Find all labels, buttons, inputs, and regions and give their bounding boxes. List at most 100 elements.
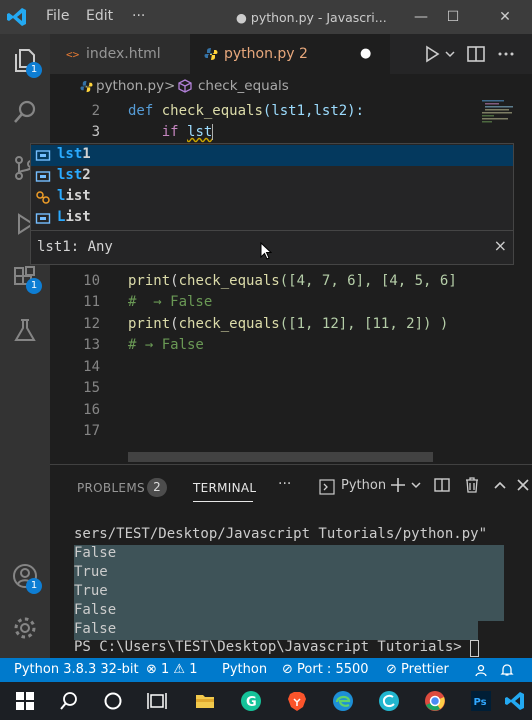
python-interpreter-status[interactable]: Python 3.8.3 32-bit [14, 662, 139, 677]
mouse-cursor-icon [260, 242, 272, 260]
maximize-button[interactable]: ☐ [442, 6, 464, 28]
taskbar-search-icon[interactable] [58, 690, 80, 712]
more-actions-icon[interactable] [496, 44, 516, 64]
breadcrumb-separator: > [164, 78, 176, 94]
live-server-port-status[interactable]: ⊘ Port : 5500 [282, 662, 369, 677]
line-number: 14 [83, 359, 100, 375]
code-line-10: print(check_equals([4, 7, 6], [4, 5, 6] [128, 273, 457, 289]
terminal-selection-highlight [74, 583, 504, 602]
terminal-line: True [74, 583, 108, 599]
window-title: ● python.py - Javascri... [236, 10, 387, 25]
windows-taskbar: G Ps [0, 682, 532, 720]
suggestion-item-lst2[interactable]: lst2 [31, 166, 513, 187]
bottom-panel: PROBLEMS 2 TERMINAL ··· Python sers/TEST… [50, 464, 532, 658]
feedback-icon[interactable] [474, 663, 488, 677]
terminal-selection-highlight [74, 602, 504, 621]
autocomplete-suggest-list: lst1 lst2 list List [30, 143, 514, 231]
run-file-icon[interactable] [422, 44, 442, 64]
close-window-button[interactable]: ✕ [494, 6, 516, 28]
split-editor-icon[interactable] [466, 44, 486, 64]
breadcrumb-symbol[interactable]: check_equals [198, 78, 289, 94]
chrome-browser-icon[interactable] [424, 690, 446, 712]
terminal-icon [319, 479, 335, 495]
terminal-selection-highlight [74, 545, 504, 564]
language-mode-status[interactable]: Python [222, 662, 267, 677]
suggestion-item-List[interactable]: List [31, 208, 513, 229]
horizontal-scrollbar[interactable] [128, 452, 433, 462]
breadcrumb: python.py > check_equals [50, 74, 532, 98]
html-file-icon: <> [66, 48, 80, 61]
vscode-taskbar-icon[interactable] [504, 690, 526, 712]
tab-python-py[interactable]: python.py 2 ● [190, 34, 390, 74]
edge-browser-icon[interactable] [332, 690, 354, 712]
run-dropdown-chevron-icon[interactable] [444, 44, 456, 64]
tab-index-html[interactable]: <> index.html [50, 34, 190, 74]
file-explorer-icon[interactable] [194, 690, 216, 712]
svg-text:<>: <> [66, 48, 80, 61]
task-view-icon[interactable] [146, 690, 168, 712]
line-number: 15 [83, 380, 100, 396]
search-icon[interactable] [11, 98, 39, 126]
code-line-12: print(check_equals([1, 12], [11, 2]) ) [128, 316, 449, 332]
class-icon [36, 191, 50, 204]
line-number: 3 [91, 124, 100, 140]
kill-terminal-trash-icon[interactable] [464, 477, 480, 493]
activity-bar: 1 1 1 [0, 34, 50, 658]
terminal-dropdown-chevron-icon[interactable] [410, 477, 422, 493]
minimap[interactable] [482, 98, 520, 128]
suggestion-item-lst1[interactable]: lst1 [31, 145, 513, 166]
prettier-status[interactable]: ⊘ Prettier [386, 662, 449, 677]
breadcrumb-file[interactable]: python.py [96, 78, 164, 94]
cortana-icon[interactable] [102, 690, 124, 712]
terminal-line: False [74, 621, 117, 637]
cortex-app-icon[interactable] [378, 690, 400, 712]
variable-icon [35, 150, 51, 161]
new-terminal-plus-icon[interactable] [390, 477, 406, 493]
code-line-2: def check_equals(lst1,lst2): [128, 103, 365, 119]
svg-text:G: G [246, 695, 257, 710]
line-number: 2 [91, 103, 100, 119]
terminal-selection-highlight [74, 621, 478, 640]
photoshop-icon[interactable]: Ps [470, 690, 492, 712]
python-file-icon [204, 48, 218, 60]
problems-status[interactable]: ⊗ 1 ⚠ 1 [146, 662, 198, 677]
terminal-cursor [470, 640, 479, 657]
line-number: 13 [83, 337, 100, 353]
panel-more-button[interactable]: ··· [278, 476, 291, 492]
suggestion-item-list[interactable]: list [31, 187, 513, 208]
minimize-button[interactable]: — [410, 6, 432, 28]
terminal-line: True [74, 564, 108, 580]
windows-start-icon[interactable] [14, 690, 36, 712]
terminal-line: False [74, 545, 117, 561]
menu-more[interactable]: ··· [132, 8, 145, 24]
variable-icon [35, 213, 51, 224]
terminal-line: False [74, 602, 117, 618]
terminal-line: sers/TEST/Desktop/Javascript Tutorials/p… [74, 526, 488, 542]
line-number: 12 [83, 316, 100, 332]
suggestion-detail-text: lst1: Any [37, 239, 113, 255]
maximize-panel-chevron-up-icon[interactable] [492, 477, 508, 493]
close-panel-icon[interactable] [516, 477, 530, 493]
editor-tab-bar: <> index.html python.py 2 ● [50, 34, 532, 74]
brave-browser-icon[interactable] [286, 690, 308, 712]
accounts-badge: 1 [26, 578, 42, 594]
active-tab-indicator [193, 501, 253, 502]
tab-terminal[interactable]: TERMINAL [193, 481, 256, 495]
line-number: 16 [83, 402, 100, 418]
terminal-prompt[interactable]: PS C:\Users\TEST\Desktop\Javascript Tuto… [74, 639, 470, 655]
notifications-bell-icon[interactable] [500, 663, 514, 677]
vscode-logo-icon [7, 8, 26, 26]
tab-problems[interactable]: PROBLEMS [77, 481, 145, 495]
svg-text:Ps: Ps [474, 697, 487, 708]
method-cube-icon [178, 79, 192, 93]
grammarly-icon[interactable]: G [240, 690, 262, 712]
menu-file[interactable]: File [46, 8, 69, 24]
unsaved-dot-icon[interactable]: ● [360, 34, 371, 74]
extensions-badge: 1 [26, 278, 42, 294]
split-terminal-icon[interactable] [434, 477, 450, 493]
problems-count-badge: 2 [147, 478, 167, 497]
close-detail-icon[interactable]: × [494, 236, 507, 255]
menu-edit[interactable]: Edit [86, 8, 113, 24]
settings-gear-icon[interactable] [11, 614, 39, 642]
testing-flask-icon[interactable] [11, 316, 39, 344]
